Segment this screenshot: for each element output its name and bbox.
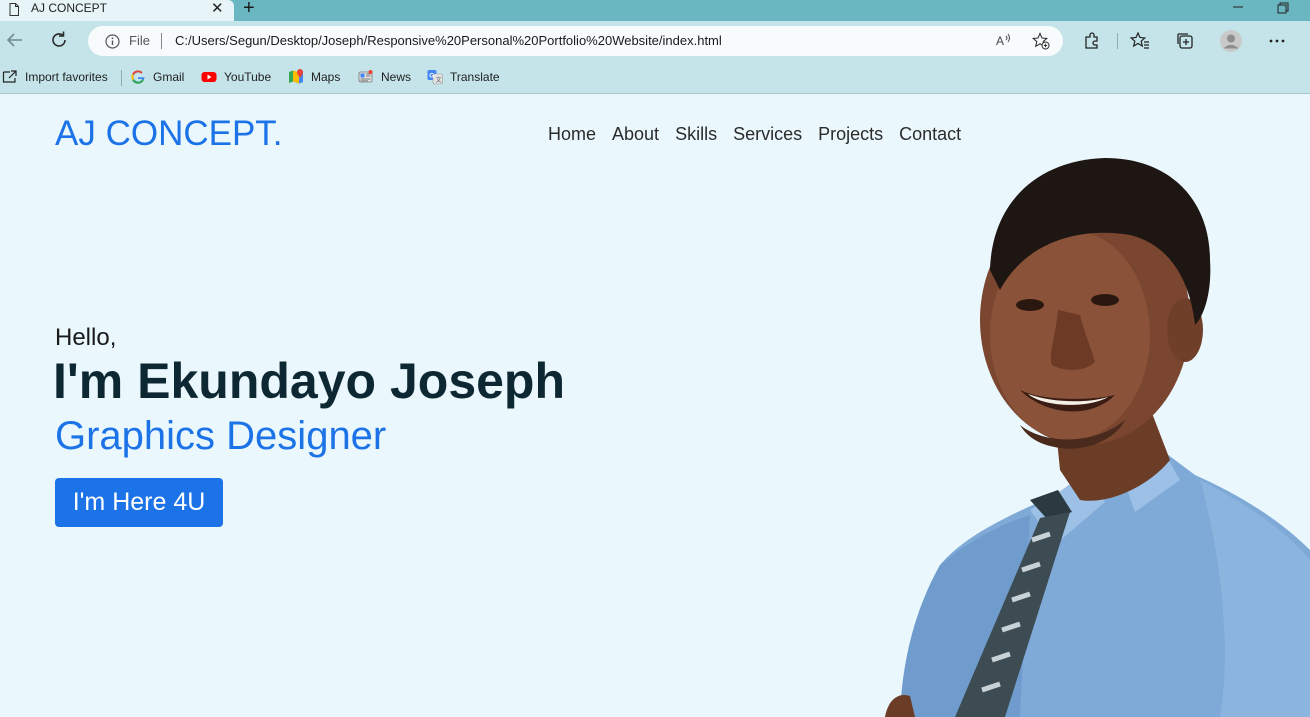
browser-tab[interactable]: AJ CONCEPT ✕ bbox=[0, 0, 234, 21]
portrait-photo bbox=[885, 158, 1310, 717]
minimize-icon[interactable] bbox=[1232, 0, 1244, 14]
extensions-icon[interactable] bbox=[1082, 31, 1102, 51]
collections-icon[interactable] bbox=[1175, 31, 1195, 51]
toolbar-divider bbox=[1117, 33, 1118, 49]
favorites-bar: Import favorites Gmail YouTube Maps News… bbox=[0, 61, 1310, 94]
svg-text:文: 文 bbox=[436, 76, 442, 84]
browser-toolbar: File C:/Users/Segun/Desktop/Joseph/Respo… bbox=[0, 21, 1310, 61]
add-favorite-icon[interactable] bbox=[1032, 32, 1050, 50]
nav-link-services[interactable]: Services bbox=[733, 124, 802, 145]
portfolio-page: AJ CONCEPT. Home About Skills Services P… bbox=[0, 94, 1310, 717]
bookmark-import-favorites[interactable]: Import favorites bbox=[2, 68, 108, 86]
svg-text:A: A bbox=[996, 34, 1004, 48]
bookmark-youtube[interactable]: YouTube bbox=[201, 68, 271, 86]
restore-icon[interactable] bbox=[1277, 2, 1289, 14]
translate-icon: G 文 bbox=[427, 70, 443, 85]
bookmark-maps[interactable]: Maps bbox=[288, 68, 340, 86]
back-icon[interactable] bbox=[4, 29, 26, 51]
bookmark-translate[interactable]: G 文 Translate bbox=[427, 68, 500, 86]
hire-me-button[interactable]: I'm Here 4U bbox=[55, 478, 223, 527]
close-tab-icon[interactable]: ✕ bbox=[211, 1, 224, 17]
address-divider bbox=[161, 33, 162, 49]
nav-link-projects[interactable]: Projects bbox=[818, 124, 883, 145]
nav-link-skills[interactable]: Skills bbox=[675, 124, 717, 145]
bookmark-label: YouTube bbox=[224, 70, 272, 84]
info-icon[interactable] bbox=[105, 34, 120, 49]
read-aloud-icon[interactable]: A bbox=[995, 32, 1013, 50]
refresh-icon[interactable] bbox=[48, 29, 70, 51]
site-logo[interactable]: AJ CONCEPT. bbox=[55, 114, 283, 154]
bookmark-label: Gmail bbox=[153, 70, 185, 84]
hero-name: I'm Ekundayo Joseph bbox=[53, 353, 566, 409]
hero-role: Graphics Designer bbox=[55, 414, 387, 458]
google-icon bbox=[131, 70, 145, 84]
more-menu-icon[interactable] bbox=[1267, 31, 1287, 51]
maps-icon bbox=[289, 69, 303, 84]
nav-link-home[interactable]: Home bbox=[548, 124, 596, 145]
scheme-label: File bbox=[129, 33, 150, 48]
page-icon bbox=[9, 3, 19, 16]
import-favorites-icon bbox=[2, 70, 17, 83]
youtube-icon bbox=[201, 72, 217, 82]
hero-greeting: Hello, bbox=[55, 324, 117, 351]
bookmarks-divider bbox=[121, 70, 122, 86]
bookmark-label: Translate bbox=[450, 70, 500, 84]
new-tab-icon[interactable]: + bbox=[243, 0, 255, 18]
tab-title: AJ CONCEPT bbox=[31, 1, 108, 15]
bookmark-gmail[interactable]: Gmail bbox=[130, 68, 184, 86]
profile-avatar-icon[interactable] bbox=[1220, 30, 1242, 52]
favorites-icon[interactable] bbox=[1130, 31, 1150, 51]
url-text[interactable]: C:/Users/Segun/Desktop/Joseph/Responsive… bbox=[175, 33, 722, 48]
bookmark-label: Maps bbox=[311, 70, 341, 84]
address-bar[interactable]: File C:/Users/Segun/Desktop/Joseph/Respo… bbox=[88, 26, 1063, 56]
svg-text:G: G bbox=[429, 73, 434, 80]
bookmark-label: News bbox=[381, 70, 412, 84]
tab-strip: AJ CONCEPT ✕ + bbox=[0, 0, 1310, 21]
bookmark-news[interactable]: News bbox=[358, 68, 411, 86]
nav-link-about[interactable]: About bbox=[612, 124, 659, 145]
bookmark-label: Import favorites bbox=[25, 70, 108, 84]
news-icon bbox=[358, 70, 373, 83]
